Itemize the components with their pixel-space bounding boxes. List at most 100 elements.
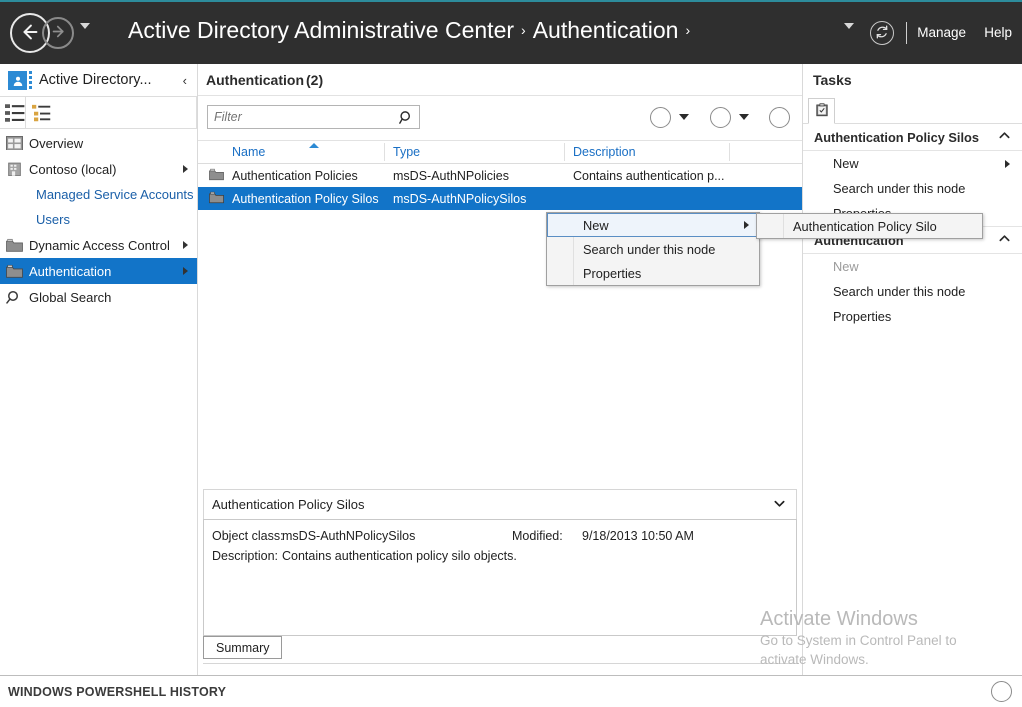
- chevron-right-icon: [744, 221, 749, 229]
- column-divider[interactable]: [384, 143, 385, 161]
- titlebar-overflow-button[interactable]: [844, 23, 854, 44]
- view-options-dropdown[interactable]: [679, 114, 689, 120]
- chevron-up-icon: [998, 232, 1011, 248]
- cell-name: Authentication Policies: [232, 168, 358, 183]
- manage-menu[interactable]: Manage: [917, 25, 966, 40]
- context-menu-item-properties[interactable]: Properties: [547, 261, 759, 285]
- filter-box[interactable]: [207, 105, 420, 129]
- table-row[interactable]: Authentication Policy Silos msDS-AuthNPo…: [198, 187, 802, 210]
- sidebar-item-label: Contoso (local): [29, 161, 117, 177]
- sidebar-item-contoso-local[interactable]: Contoso (local): [0, 156, 197, 182]
- task-item-search-under-this-node[interactable]: Search under this node: [803, 176, 1022, 201]
- context-submenu-label: Authentication Policy Silo: [793, 218, 937, 234]
- navigation-header: Active Directory... ‹: [0, 64, 197, 97]
- task-item-properties[interactable]: Properties: [803, 304, 1022, 329]
- navigation-view-switcher: [0, 97, 197, 129]
- sidebar-child-label: Managed Service Accounts: [36, 187, 194, 202]
- navigation-tree: Overview Contoso (local) Managed Service…: [0, 130, 197, 310]
- task-item-new[interactable]: New: [803, 151, 1022, 176]
- task-label: New: [833, 259, 859, 274]
- tasks-pane: Tasks Authentication Policy Silos New Se…: [803, 64, 1022, 675]
- task-label: Properties: [833, 309, 892, 324]
- context-submenu-item-authentication-policy-silo[interactable]: Authentication Policy Silo: [757, 214, 982, 238]
- sidebar-item-global-search[interactable]: Global Search: [0, 284, 197, 310]
- column-divider[interactable]: [564, 143, 565, 161]
- details-pane: Authentication Policy Silos Object class…: [203, 489, 797, 667]
- tab-summary[interactable]: Summary: [203, 636, 283, 659]
- details-value-object-class: msDS-AuthNPolicySilos: [282, 529, 416, 543]
- sidebar-item-overview[interactable]: Overview: [0, 130, 197, 156]
- details-label-modified: Modified:: [512, 529, 563, 543]
- breadcrumb: Active Directory Administrative Center › A…: [128, 17, 697, 44]
- tab-tasks[interactable]: [808, 98, 835, 124]
- forward-button[interactable]: [42, 17, 74, 49]
- sidebar-item-label: Authentication: [29, 263, 112, 279]
- details-header[interactable]: Authentication Policy Silos: [203, 489, 797, 519]
- sidebar-item-dynamic-access-control[interactable]: Dynamic Access Control: [0, 232, 197, 258]
- collapse-nav-button[interactable]: ‹: [183, 73, 187, 88]
- save-button[interactable]: [710, 107, 733, 135]
- refresh-icon: [875, 25, 889, 42]
- breadcrumb-node-authentication[interactable]: Authentication: [533, 17, 679, 43]
- context-menu-label: New: [583, 217, 609, 233]
- back-arrow-icon: [19, 21, 41, 46]
- task-item-search-under-this-node[interactable]: Search under this node: [803, 279, 1022, 304]
- tree-view-icon[interactable]: [32, 103, 52, 123]
- breadcrumb-separator: ›: [521, 22, 526, 38]
- accent-line: [0, 0, 1022, 2]
- view-options-button[interactable]: [650, 107, 673, 135]
- table-row[interactable]: Authentication Policies msDS-AuthNPolici…: [198, 164, 802, 187]
- content-pane: Authentication (2) Filter Name Type Desc…: [198, 64, 803, 675]
- column-header-type[interactable]: Type: [393, 145, 420, 159]
- details-tabbar: Summary: [203, 636, 797, 664]
- cell-type: msDS-AuthNPolicies: [393, 168, 510, 183]
- history-dropdown-button[interactable]: [80, 23, 90, 44]
- context-menu-label: Search under this node: [583, 241, 716, 257]
- navigation-pane: Active Directory... ‹ Overview Contoso (…: [0, 64, 198, 675]
- help-menu[interactable]: Help: [984, 25, 1012, 40]
- list-view-icon[interactable]: [5, 103, 25, 123]
- title-bar: Active Directory Administrative Center › A…: [0, 0, 1022, 64]
- task-label: Search under this node: [833, 284, 966, 299]
- chevron-up-icon: [998, 129, 1011, 145]
- task-item-new[interactable]: New: [803, 254, 1022, 279]
- context-menu-label: Properties: [583, 265, 642, 281]
- chevron-right-icon: [183, 267, 188, 275]
- refresh-button[interactable]: [870, 21, 894, 45]
- column-header-name[interactable]: Name: [232, 145, 265, 159]
- sidebar-child-label: Users: [36, 212, 70, 227]
- expand-toolbar-button[interactable]: [769, 107, 791, 132]
- item-count: (2): [306, 72, 324, 88]
- search-icon[interactable]: [399, 110, 414, 125]
- column-divider[interactable]: [729, 143, 730, 161]
- cell-type: msDS-AuthNPolicySilos: [393, 191, 527, 206]
- tasks-title: Tasks: [813, 72, 852, 88]
- sidebar-item-managed-service-accounts[interactable]: Managed Service Accounts: [0, 182, 197, 207]
- task-label: New: [833, 156, 859, 171]
- sidebar-item-authentication[interactable]: Authentication: [0, 258, 197, 284]
- breadcrumb-separator-2[interactable]: ›: [678, 22, 697, 38]
- folder-icon: [6, 264, 23, 279]
- titlebar-divider: [906, 22, 907, 44]
- details-label-description: Description:: [212, 549, 278, 563]
- overview-icon: [6, 135, 23, 151]
- folder-icon: [6, 238, 23, 253]
- column-header-description[interactable]: Description: [573, 145, 636, 159]
- tasks-section-header[interactable]: Authentication Policy Silos: [803, 124, 1022, 151]
- forward-arrow-icon: [50, 23, 67, 43]
- domain-icon: [6, 162, 23, 177]
- search-input[interactable]: [214, 106, 396, 128]
- details-label-object-class: Object class:: [212, 529, 284, 543]
- sidebar-item-label: Overview: [29, 135, 84, 151]
- content-toolbar: [198, 96, 802, 141]
- details-title: Authentication Policy Silos: [212, 497, 365, 512]
- context-menu-item-search-under-this-node[interactable]: Search under this node: [547, 237, 759, 261]
- chevron-down-icon: [844, 23, 854, 44]
- chevron-right-icon: [1005, 160, 1010, 168]
- save-dropdown[interactable]: [739, 114, 749, 120]
- context-menu-item-new[interactable]: New: [547, 213, 759, 237]
- expand-powershell-history-button[interactable]: [991, 681, 1013, 706]
- sidebar-item-users[interactable]: Users: [0, 207, 197, 232]
- chevron-down-icon[interactable]: [773, 497, 786, 513]
- tasks-section-authentication-policy-silos: Authentication Policy Silos New Search u…: [803, 124, 1022, 226]
